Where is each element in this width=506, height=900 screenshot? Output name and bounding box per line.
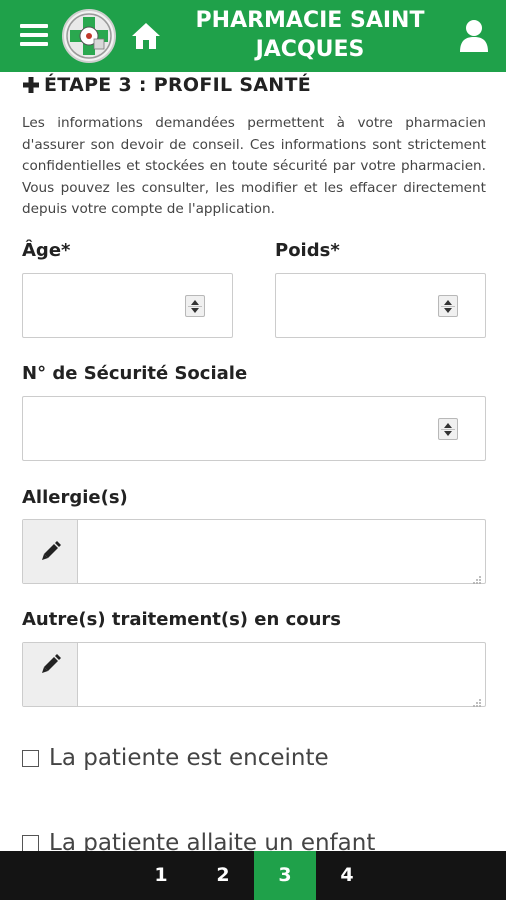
page-3-button[interactable]: 3 [254, 851, 316, 900]
intro-text: Les informations demandées permettent à … [22, 115, 486, 217]
step-title-text: ÉTAPE 3 : PROFIL SANTÉ [44, 74, 312, 96]
pregnant-label: La patiente est enceinte [49, 745, 329, 771]
allergies-field[interactable] [22, 519, 486, 584]
home-icon[interactable] [131, 22, 161, 50]
app-header: PHARMACIE SAINT JACQUES [0, 0, 506, 72]
user-icon[interactable] [458, 18, 490, 54]
page-4-button[interactable]: 4 [316, 851, 378, 900]
step-pager: 1 2 3 4 [0, 851, 506, 900]
menu-icon[interactable] [20, 24, 48, 48]
treatments-textarea[interactable] [79, 643, 485, 706]
weight-label: Poids* [275, 240, 340, 261]
ssn-label: N° de Sécurité Sociale [22, 363, 248, 384]
age-stepper[interactable] [185, 295, 205, 317]
allergies-textarea[interactable] [79, 520, 485, 583]
ssn-stepper[interactable] [438, 418, 458, 440]
weight-input[interactable] [275, 273, 486, 338]
pencil-icon [23, 643, 78, 706]
ssn-input[interactable] [22, 396, 486, 461]
resize-grip-icon[interactable] [472, 570, 482, 584]
page-title: PHARMACIE SAINT JACQUES [195, 8, 425, 62]
pregnant-checkbox[interactable] [22, 749, 39, 767]
treatments-label: Autre(s) traitement(s) en cours [22, 609, 342, 630]
allergies-label: Allergie(s) [22, 487, 128, 508]
pharmacy-logo [62, 9, 116, 63]
age-input[interactable] [22, 273, 233, 338]
breastfeeding-checkbox[interactable] [22, 834, 39, 852]
page-2-button[interactable]: 2 [192, 851, 254, 900]
resize-grip-icon[interactable] [472, 693, 482, 707]
weight-stepper[interactable] [438, 295, 458, 317]
pencil-icon [23, 520, 78, 583]
age-label: Âge* [22, 240, 71, 261]
pregnant-option[interactable]: La patiente est enceinte [22, 745, 329, 771]
page-1-button[interactable]: 1 [130, 851, 192, 900]
step-heading: ÉTAPE 3 : PROFIL SANTÉ [22, 74, 311, 96]
plus-icon [22, 76, 40, 94]
treatments-field[interactable] [22, 642, 486, 707]
